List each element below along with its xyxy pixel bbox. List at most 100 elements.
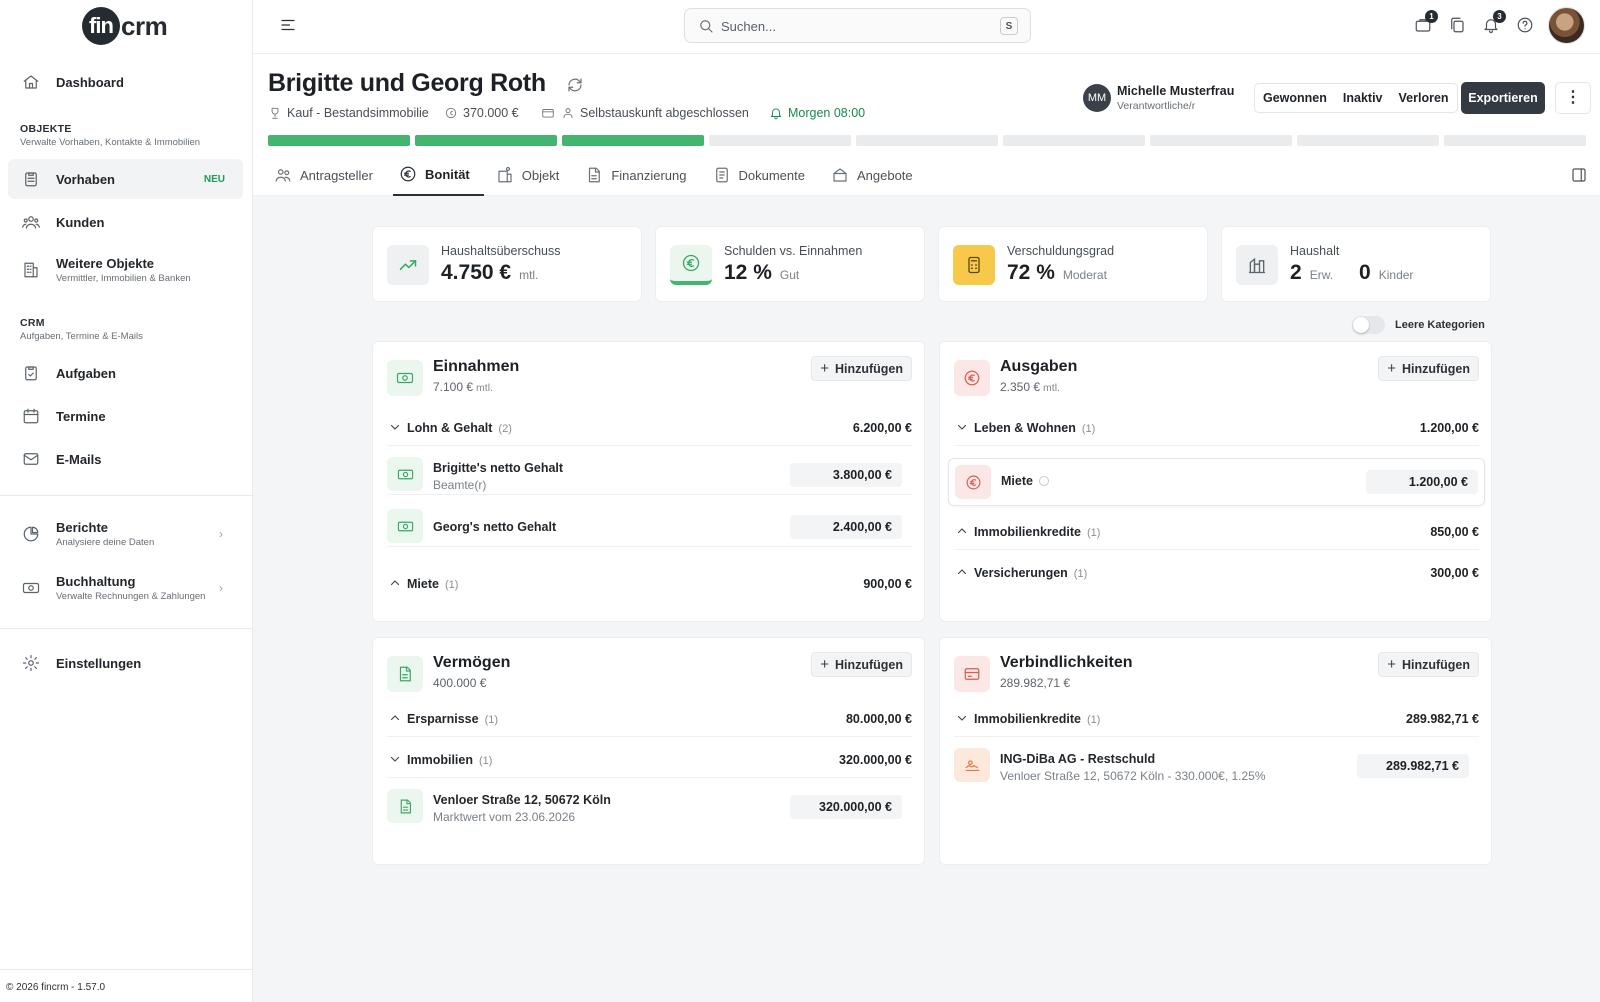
category-lohn-gehalt[interactable]: Lohn & Gehalt (2) 6.200,00 €	[387, 412, 912, 446]
progress-step	[709, 135, 851, 146]
chevron-up-icon	[389, 712, 401, 724]
lost-button[interactable]: Verloren	[1391, 84, 1457, 112]
card-total: 400.000 €	[433, 676, 487, 690]
meta-reminder[interactable]: Morgen 08:00	[769, 106, 865, 120]
category-immobilienkredite[interactable]: Immobilienkredite (1) 289.982,71 €	[954, 703, 1479, 737]
list-item[interactable]: Venloer Straße 12, 50672 Köln Marktwert …	[387, 783, 912, 827]
item-name: Georg's netto Gehalt	[433, 520, 557, 534]
progress-step	[1003, 135, 1145, 146]
list-item[interactable]: Brigitte's netto Gehalt Beamte(r) 3.800,…	[387, 451, 912, 495]
chevron-right-icon: ›	[219, 581, 223, 595]
sidebar-item-vorhaben[interactable]: Vorhaben NEU	[8, 159, 243, 199]
help-icon[interactable]	[1516, 16, 1534, 34]
menu-toggle-icon[interactable]	[279, 16, 297, 34]
sidebar-item-weitere-objekte[interactable]: Weitere Objekte Vermittler, Immobilien &…	[8, 250, 243, 290]
side-panel-toggle-icon[interactable]	[1570, 166, 1588, 184]
category-immobilienkredite[interactable]: Immobilienkredite (1) 850,00 €	[954, 516, 1479, 550]
euro-circle-icon	[399, 165, 417, 183]
tab-dokumente[interactable]: Dokumente	[707, 154, 819, 196]
more-options-button[interactable]: ⋮	[1555, 82, 1591, 114]
card-total-value: 2.350 €	[1000, 380, 1041, 394]
building-icon	[496, 166, 514, 184]
category-label: Leben & Wohnen	[974, 421, 1076, 435]
add-ausgabe-button[interactable]: + Hinzufügen	[1378, 356, 1479, 381]
category-ersparnisse[interactable]: Ersparnisse (1) 80.000,00 €	[387, 703, 912, 737]
category-label: Versicherungen	[974, 566, 1068, 580]
tab-label: Bonität	[424, 166, 470, 182]
category-leben-wohnen[interactable]: Leben & Wohnen (1) 1.200,00 €	[954, 412, 1479, 446]
section-title: OBJEKTE	[20, 123, 72, 135]
card-total-unit: mtl.	[476, 382, 493, 394]
item-amount[interactable]: 320.000,00 €	[790, 795, 902, 819]
inbox-icon[interactable]: 1	[1414, 10, 1438, 34]
tab-angebote[interactable]: Angebote	[825, 154, 927, 196]
sidebar-item-buchhaltung[interactable]: Buchhaltung Verwalte Rechnungen & Zahlun…	[8, 568, 243, 608]
category-name: Lohn & Gehalt (2)	[407, 421, 512, 435]
item-amount[interactable]: 289.982,71 €	[1357, 754, 1469, 778]
category-count: (2)	[498, 423, 512, 435]
category-amount: 1.200,00 €	[1419, 421, 1479, 435]
kids-count: 0	[1359, 261, 1371, 284]
toggle-switch[interactable]	[1352, 316, 1385, 334]
inactive-button[interactable]: Inaktiv	[1335, 84, 1391, 112]
copy-icon[interactable]	[1448, 16, 1466, 34]
item-amount[interactable]: 3.800,00 €	[790, 463, 902, 487]
list-item[interactable]: Miete 1.200,00 €	[948, 458, 1485, 506]
sidebar-item-kunden[interactable]: Kunden	[8, 202, 243, 242]
bell-icon[interactable]: 3	[1482, 10, 1506, 34]
category-label: Miete	[407, 577, 439, 591]
add-vermoegen-button[interactable]: + Hinzufügen	[811, 652, 912, 677]
plus-icon: +	[1387, 656, 1396, 673]
item-name: ING-DiBa AG - Restschuld	[1000, 752, 1156, 766]
sidebar-item-label: E-Mails	[56, 451, 102, 467]
tab-finanzierung[interactable]: Finanzierung	[579, 154, 700, 196]
fincrm-logo[interactable]: fin crm	[82, 6, 168, 46]
user-avatar[interactable]	[1548, 7, 1585, 44]
coin-icon	[444, 106, 458, 120]
sidebar-item-aufgaben[interactable]: Aufgaben	[8, 353, 243, 393]
add-verbindlichkeit-button[interactable]: + Hinzufügen	[1378, 652, 1479, 677]
sidebar-item-dashboard[interactable]: Dashboard	[8, 62, 243, 102]
chevron-down-icon	[956, 421, 968, 433]
won-button[interactable]: Gewonnen	[1255, 84, 1335, 112]
card-header: Ausgaben 2.350 € mtl. + Hinzufügen	[954, 356, 1479, 396]
sidebar-item-emails[interactable]: E-Mails	[8, 439, 243, 479]
chevron-up-icon	[389, 577, 401, 589]
item-amount[interactable]: 2.400,00 €	[790, 515, 902, 539]
tab-antragsteller[interactable]: Antragsteller	[268, 154, 387, 196]
sidebar-item-berichte[interactable]: Berichte Analysiere deine Daten ›	[8, 514, 243, 554]
category-name: Versicherungen (1)	[974, 566, 1087, 580]
add-einnahme-button[interactable]: + Hinzufügen	[811, 356, 912, 381]
refresh-icon[interactable]	[566, 76, 584, 94]
euro-circle-icon	[954, 360, 990, 396]
search-bar[interactable]: S	[684, 8, 1031, 43]
info-icon[interactable]	[1038, 476, 1049, 486]
list-item[interactable]: Georg's netto Gehalt 2.400,00 €	[387, 503, 912, 547]
bell-icon	[769, 106, 783, 120]
plus-icon: +	[820, 360, 829, 377]
list-item[interactable]: ING-DiBa AG - Restschuld Venloer Straße …	[954, 742, 1479, 786]
stat-value-row: 2 Erw. 0 Kinder	[1290, 261, 1413, 285]
card-vermoegen: Vermögen 400.000 € + Hinzufügen Ersparnis…	[372, 637, 925, 865]
empty-categories-toggle[interactable]: Leere Kategorien	[1352, 316, 1485, 334]
category-immobilien[interactable]: Immobilien (1) 320.000,00 €	[387, 744, 912, 778]
stat-label: Haushalt	[1290, 244, 1340, 258]
tab-bonitaet[interactable]: Bonität	[392, 154, 484, 196]
sidebar-item-einstellungen[interactable]: Einstellungen	[8, 643, 243, 683]
sidebar-divider	[0, 628, 253, 629]
category-amount: 900,00 €	[863, 577, 912, 591]
add-button-label: Hinzufügen	[834, 361, 903, 376]
search-input[interactable]	[721, 16, 981, 36]
category-name: Immobilienkredite (1)	[974, 525, 1100, 539]
card-header: Vermögen 400.000 € + Hinzufügen	[387, 652, 912, 692]
section-subtitle: Aufgaben, Termine & E-Mails	[20, 331, 143, 342]
category-miete[interactable]: Miete (1) 900,00 €	[387, 568, 912, 602]
add-button-label: Hinzufügen	[834, 657, 903, 672]
item-amount[interactable]: 1.200,00 €	[1366, 470, 1478, 494]
category-versicherungen[interactable]: Versicherungen (1) 300,00 €	[954, 557, 1479, 591]
tab-objekt[interactable]: Objekt	[490, 154, 574, 196]
bank-loan-icon	[954, 748, 990, 782]
export-button[interactable]: Exportieren	[1461, 82, 1545, 114]
sidebar-item-termine[interactable]: Termine	[8, 396, 243, 436]
document-icon	[387, 789, 423, 823]
